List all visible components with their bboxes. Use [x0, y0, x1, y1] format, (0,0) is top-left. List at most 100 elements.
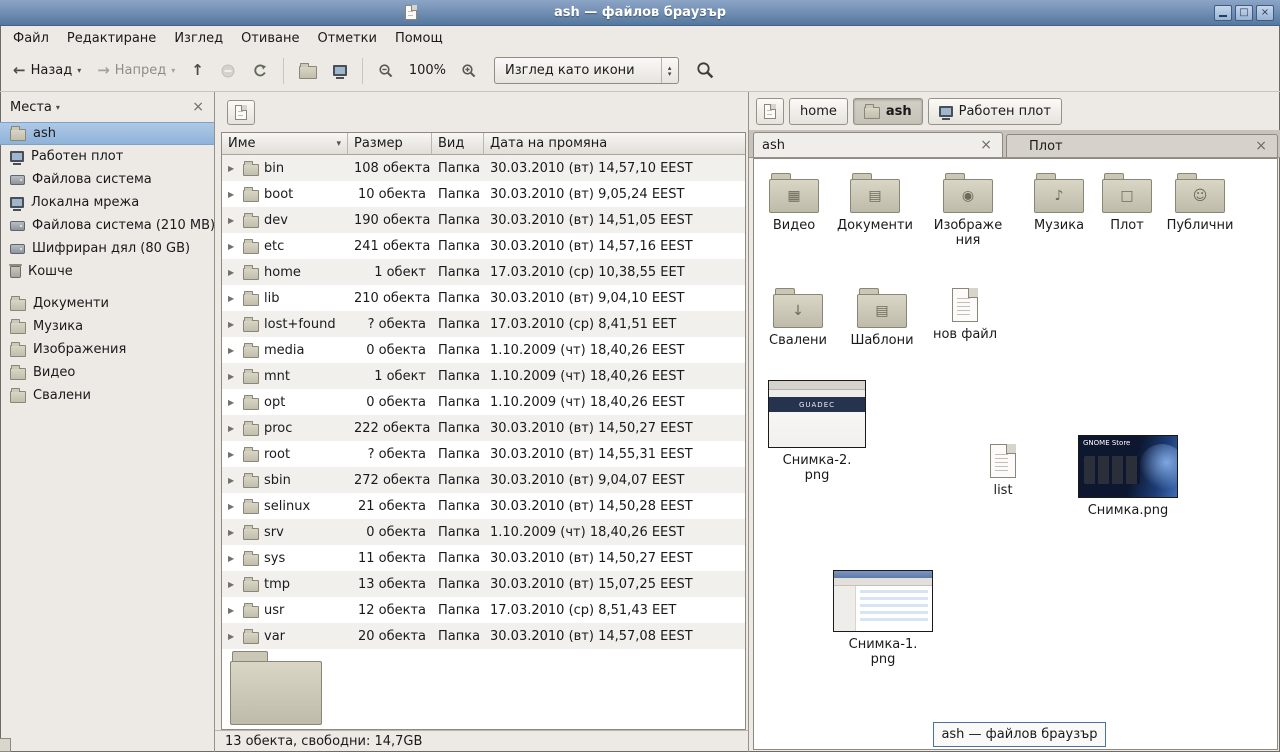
expander-icon[interactable]: ▶: [228, 190, 238, 199]
menu-file[interactable]: Файл: [4, 28, 58, 49]
icon-cell-music[interactable]: ♪ Музика: [1021, 173, 1097, 233]
tree-row[interactable]: ▶tmp13 обектаПапка30.03.2010 (вт) 15,07,…: [222, 571, 745, 597]
tree-row[interactable]: ▶var20 обектаПапка30.03.2010 (вт) 14,57,…: [222, 623, 745, 649]
column-header-name[interactable]: Име▾: [222, 133, 348, 155]
tree-row[interactable]: ▶proc222 обектаПапка30.03.2010 (вт) 14,5…: [222, 415, 745, 441]
column-header-date[interactable]: Дата на промяна: [484, 133, 745, 155]
tree-row[interactable]: ▶root? обектаПапка30.03.2010 (вт) 14,55,…: [222, 441, 745, 467]
icon-cell-snimka-2[interactable]: GUADEC Снимка-2.png: [768, 380, 866, 483]
maximize-button[interactable]: □: [1235, 5, 1253, 21]
pathbar-button-home[interactable]: home: [789, 98, 848, 125]
expander-icon[interactable]: ▶: [228, 554, 238, 563]
close-button[interactable]: ×: [1256, 5, 1274, 21]
tree-row[interactable]: ▶opt0 обектаПапка1.10.2009 (чт) 18,40,26…: [222, 389, 745, 415]
view-mode-select[interactable]: Изглед като икони ▴ ▾: [494, 57, 679, 84]
expander-icon[interactable]: ▶: [228, 424, 238, 433]
tree-row[interactable]: ▶selinux21 обектаПапка30.03.2010 (вт) 14…: [222, 493, 745, 519]
sidebar-item-downloads[interactable]: Свалени: [0, 384, 214, 407]
expander-icon[interactable]: ▶: [228, 580, 238, 589]
sidebar-item-videos[interactable]: Видео: [0, 361, 214, 384]
tree-row[interactable]: ▶mnt1 обектПапка1.10.2009 (чт) 18,40,26 …: [222, 363, 745, 389]
icon-cell-video[interactable]: ▦ Видео: [756, 173, 832, 233]
back-button[interactable]: ← Назад ▾: [6, 58, 88, 83]
reload-button[interactable]: [245, 58, 275, 84]
tree-row[interactable]: ▶dev190 обектаПапка30.03.2010 (вт) 14,51…: [222, 207, 745, 233]
pathbar-button-ash[interactable]: ash: [853, 98, 923, 125]
tree-row[interactable]: ▶srv0 обектаПапка1.10.2009 (чт) 18,40,26…: [222, 519, 745, 545]
expander-icon[interactable]: ▶: [228, 606, 238, 615]
icon-cell-new-file[interactable]: нов файл: [927, 288, 1003, 342]
sidebar-item-pictures[interactable]: Изображения: [0, 338, 214, 361]
sidebar-item-documents[interactable]: Документи: [0, 292, 214, 315]
menu-bookmarks[interactable]: Отметки: [308, 28, 385, 49]
sidebar-item-filesystem[interactable]: Файлова система: [0, 168, 214, 191]
menu-edit[interactable]: Редактиране: [58, 28, 165, 49]
tree-row[interactable]: ▶usr12 обектаПапка17.03.2010 (ср) 8,51,4…: [222, 597, 745, 623]
tree-row[interactable]: ▶sys11 обектаПапка30.03.2010 (вт) 14,50,…: [222, 545, 745, 571]
zoom-in-button[interactable]: [454, 58, 484, 84]
tree-row[interactable]: ▶bin108 обектаПапка30.03.2010 (вт) 14,57…: [222, 155, 745, 181]
pathbar-icon-button[interactable]: [756, 98, 784, 125]
stop-button[interactable]: [213, 58, 243, 84]
combo-spin-icons[interactable]: ▴ ▾: [661, 58, 678, 83]
sidebar-item-network[interactable]: Локална мрежа: [0, 191, 214, 214]
expander-icon[interactable]: ▶: [228, 242, 238, 251]
expander-icon[interactable]: ▶: [228, 476, 238, 485]
icon-cell-snimka-1[interactable]: Снимка-1.png: [833, 570, 933, 667]
sidebar-item-trash[interactable]: Кошче: [0, 260, 214, 283]
icon-cell-public[interactable]: ☺ Публични: [1162, 173, 1238, 233]
icon-cell-templates[interactable]: ▤ Шаблони: [844, 288, 920, 348]
expander-icon[interactable]: ▶: [228, 294, 238, 303]
expander-icon[interactable]: ▶: [228, 398, 238, 407]
pathbar-button-desktop[interactable]: Работен плот: [928, 98, 1062, 125]
tree-row[interactable]: ▶lib210 обектаПапка30.03.2010 (вт) 9,04,…: [222, 285, 745, 311]
tab-ash[interactable]: ash ×: [753, 132, 1003, 157]
tree-row[interactable]: ▶lost+found? обектаПапка17.03.2010 (ср) …: [222, 311, 745, 337]
tab-close-icon[interactable]: ×: [1253, 139, 1269, 153]
sidebar-item-ash[interactable]: ash: [0, 122, 214, 145]
zoom-out-button[interactable]: [371, 58, 401, 84]
sidebar-item-filesystem-210mb[interactable]: Файлова система (210 MB): [0, 214, 214, 237]
tab-plot[interactable]: Плот ×: [1006, 134, 1278, 157]
menu-view[interactable]: Изглед: [165, 28, 232, 49]
expander-icon[interactable]: ▶: [228, 320, 238, 329]
expander-icon[interactable]: ▶: [228, 346, 238, 355]
expander-icon[interactable]: ▶: [228, 632, 238, 641]
minimize-button[interactable]: [1214, 5, 1232, 21]
tree-row[interactable]: ▶boot10 обектаПапка30.03.2010 (вт) 9,05,…: [222, 181, 745, 207]
icon-cell-images[interactable]: ◉ Изображения: [930, 173, 1006, 248]
icon-cell-snimka[interactable]: GNOME Store Снимка.png: [1078, 435, 1178, 518]
icon-cell-list[interactable]: list: [973, 444, 1033, 498]
tree-row[interactable]: ▶home1 обектПапка17.03.2010 (ср) 10,38,5…: [222, 259, 745, 285]
taskbar-window-button[interactable]: ash — файлов браузър: [933, 722, 1106, 747]
expander-icon[interactable]: ▶: [228, 450, 238, 459]
expander-icon[interactable]: ▶: [228, 164, 238, 173]
tree-row[interactable]: ▶sbin272 обектаПапка30.03.2010 (вт) 9,04…: [222, 467, 745, 493]
menu-go[interactable]: Отиване: [232, 28, 308, 49]
sidebar-title[interactable]: Места: [10, 100, 52, 115]
column-header-type[interactable]: Вид: [432, 133, 484, 155]
menu-help[interactable]: Помощ: [386, 28, 452, 49]
icon-view[interactable]: ▦ Видео ▤ Документи ◉ Изображения ♪ Музи…: [753, 158, 1278, 750]
up-button[interactable]: ↑: [184, 58, 211, 83]
expander-icon[interactable]: ▶: [228, 502, 238, 511]
forward-button[interactable]: → Напред ▾: [90, 58, 182, 83]
icon-cell-desktop[interactable]: □ Плот: [1089, 173, 1165, 233]
column-header-size[interactable]: Размер: [348, 133, 432, 155]
titlebar[interactable]: ash — файлов браузър □ ×: [0, 0, 1280, 26]
tree-row[interactable]: ▶media0 обектаПапка1.10.2009 (чт) 18,40,…: [222, 337, 745, 363]
chevron-down-icon[interactable]: ▾: [56, 103, 60, 112]
sidebar-close-icon[interactable]: ×: [192, 99, 204, 115]
pane-toggle-button[interactable]: [227, 100, 255, 125]
chevron-down-icon[interactable]: ▾: [336, 139, 341, 149]
expander-icon[interactable]: ▶: [228, 372, 238, 381]
search-button[interactable]: [689, 56, 722, 85]
expander-icon[interactable]: ▶: [228, 216, 238, 225]
sidebar-item-encrypted-80gb[interactable]: Шифриран дял (80 GB): [0, 237, 214, 260]
back-dropdown-icon[interactable]: ▾: [77, 66, 81, 75]
sidebar-item-music[interactable]: Музика: [0, 315, 214, 338]
icon-cell-documents[interactable]: ▤ Документи: [837, 173, 913, 233]
expander-icon[interactable]: ▶: [228, 268, 238, 277]
icon-cell-downloads[interactable]: ↓ Свалени: [760, 288, 836, 348]
sidebar-item-desktop[interactable]: Работен плот: [0, 145, 214, 168]
